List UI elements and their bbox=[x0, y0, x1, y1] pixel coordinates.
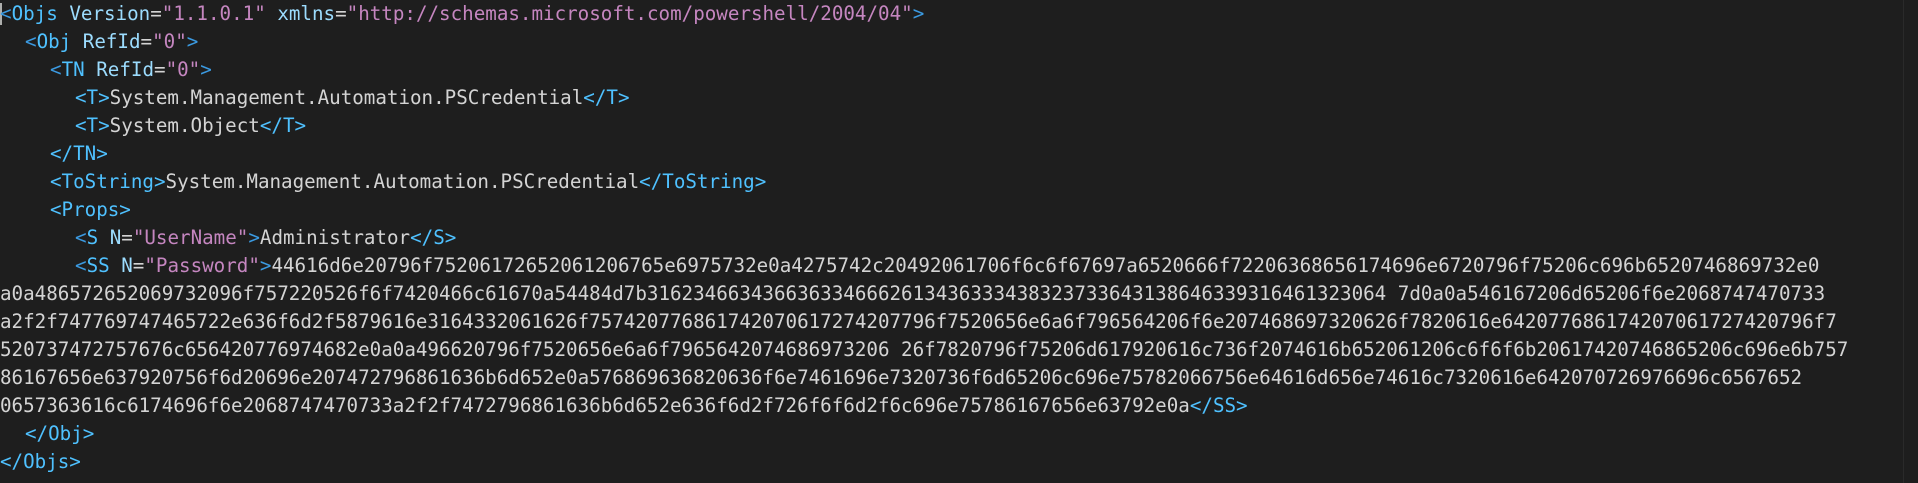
tag-close: </S> bbox=[410, 226, 457, 249]
tag-bracket: > bbox=[186, 30, 199, 53]
tag-open: <Props> bbox=[50, 198, 131, 221]
tag-name: Objs bbox=[11, 2, 58, 25]
code-line-1: <Objs Version="1.1.0.1" xmlns="http://sc… bbox=[0, 0, 1918, 28]
code-line-7: <ToString>System.Management.Automation.P… bbox=[0, 168, 1918, 196]
tag-close: </Obj> bbox=[25, 422, 95, 445]
attr-eq: = bbox=[150, 2, 162, 25]
code-line-10: <SS N="Password">44616d6e20796f752061726… bbox=[0, 252, 1918, 280]
code-line-5: <T>System.Object</T> bbox=[0, 112, 1918, 140]
code-line-4: <T>System.Management.Automation.PSCreden… bbox=[0, 84, 1918, 112]
attr-eq: = bbox=[132, 254, 145, 277]
attr-name: RefId bbox=[96, 58, 154, 81]
text-content: System.Management.Automation.PSCredentia… bbox=[165, 170, 640, 193]
attr-value: "0" bbox=[152, 30, 187, 53]
tag-open: <T> bbox=[75, 114, 110, 137]
attr-name: N bbox=[109, 226, 122, 249]
attr-eq: = bbox=[140, 30, 153, 53]
attr-value: "0" bbox=[165, 58, 201, 81]
code-editor[interactable]: <Objs Version="1.1.0.1" xmlns="http://sc… bbox=[0, 0, 1918, 483]
text-content: 44616d6e20796f75206172652061206765e69757… bbox=[271, 254, 1820, 277]
tag-bracket: > bbox=[259, 254, 272, 277]
attr-name: Version bbox=[69, 2, 151, 25]
tag-close: </ToString> bbox=[639, 170, 767, 193]
code-line-16: </Obj> bbox=[0, 420, 1918, 448]
tag-name: SS bbox=[86, 254, 110, 277]
code-line-15: 0657363616c6174696f6e2068747470733a2f2f7… bbox=[0, 392, 1918, 420]
tag-bracket: < bbox=[75, 226, 87, 249]
tag-bracket: < bbox=[25, 30, 37, 53]
attr-name: N bbox=[121, 254, 133, 277]
code-line-17: </Objs> bbox=[0, 448, 1918, 476]
tag-bracket: > bbox=[912, 2, 925, 25]
attr-name: xmlns bbox=[277, 2, 336, 25]
tag-bracket: < bbox=[50, 58, 62, 81]
tag-open: <ToString> bbox=[50, 170, 166, 193]
tag-close: </TN> bbox=[50, 142, 108, 165]
code-line-2: <Obj RefId="0"> bbox=[0, 28, 1918, 56]
vertical-scrollbar[interactable] bbox=[1903, 0, 1918, 483]
text-content: System.Management.Automation.PSCredentia… bbox=[109, 86, 584, 109]
text-content: System.Object bbox=[109, 114, 260, 137]
tag-bracket: > bbox=[200, 58, 212, 81]
code-line-9: <S N="UserName">Administrator</S> bbox=[0, 224, 1918, 252]
tag-name: TN bbox=[61, 58, 85, 81]
attr-value: "1.1.0.1" bbox=[161, 2, 266, 25]
attr-value: "Password" bbox=[144, 254, 260, 277]
text-content: Administrator bbox=[259, 226, 411, 249]
tag-bracket: > bbox=[248, 226, 260, 249]
tag-close: </SS> bbox=[1189, 394, 1248, 417]
tag-close: </T> bbox=[259, 114, 307, 137]
attr-value: "UserName" bbox=[132, 226, 249, 249]
tag-close: </Objs> bbox=[0, 450, 81, 473]
code-line-3: <TN RefId="0"> bbox=[0, 56, 1918, 84]
tag-name: S bbox=[86, 226, 99, 249]
code-line-13: 520737472757676c656420776974682e0a0a4966… bbox=[0, 336, 1918, 364]
tag-bracket: < bbox=[0, 2, 12, 25]
attr-eq: = bbox=[154, 58, 166, 81]
text-content: 520737472757676c656420776974682e0a0a4966… bbox=[0, 338, 1849, 361]
text-content: 86167656e637920756f6d20696e2074727968616… bbox=[0, 366, 1803, 389]
tag-close: </T> bbox=[583, 86, 630, 109]
tag-open: <T> bbox=[75, 86, 110, 109]
attr-value: "http://schemas.microsoft.com/powershell… bbox=[346, 2, 913, 25]
code-line-12: a2f2f747769747465722e636f6d2f5879616e316… bbox=[0, 308, 1918, 336]
attr-eq: = bbox=[335, 2, 347, 25]
text-content: a2f2f747769747465722e636f6d2f5879616e316… bbox=[0, 310, 1837, 333]
tag-bracket: < bbox=[75, 254, 87, 277]
code-line-14: 86167656e637920756f6d20696e2074727968616… bbox=[0, 364, 1918, 392]
attr-name: RefId bbox=[82, 30, 141, 53]
code-line-8: <Props> bbox=[0, 196, 1918, 224]
code-line-11: a0a486572652069732096f757220526f6f742046… bbox=[0, 280, 1918, 308]
attr-eq: = bbox=[121, 226, 133, 249]
text-content: 0657363616c6174696f6e2068747470733a2f2f7… bbox=[0, 394, 1190, 417]
text-content: a0a486572652069732096f757220526f6f742046… bbox=[0, 282, 1826, 305]
tag-name: Obj bbox=[36, 30, 72, 53]
code-line-6: </TN> bbox=[0, 140, 1918, 168]
